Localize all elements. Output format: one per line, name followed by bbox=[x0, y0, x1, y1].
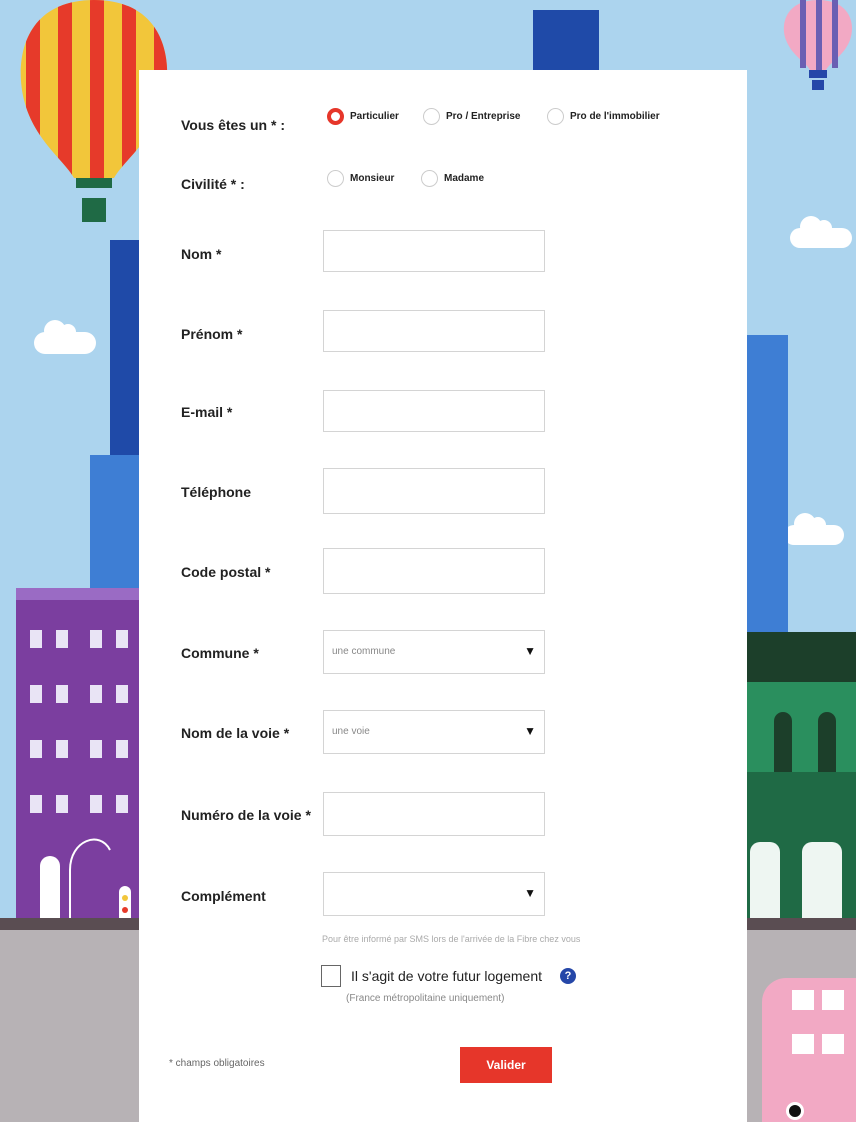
building-door bbox=[40, 856, 60, 918]
futur-logement-checkbox[interactable] bbox=[321, 965, 341, 987]
building-window bbox=[56, 740, 68, 758]
prenom-input[interactable] bbox=[323, 310, 545, 352]
telephone-label: Téléphone bbox=[181, 484, 252, 500]
caret-down-icon: ▼ bbox=[524, 644, 536, 658]
futur-logement-label: Il s'agit de votre futur logement bbox=[351, 968, 542, 984]
required-fields-note: * champs obligatoires bbox=[169, 1058, 265, 1069]
building-window bbox=[30, 685, 42, 703]
building-window bbox=[56, 795, 68, 813]
contact-form-card: Vous êtes un * : Particulier Pro / Entre… bbox=[139, 70, 747, 1122]
nom-input[interactable] bbox=[323, 230, 545, 272]
building-window bbox=[30, 740, 42, 758]
valider-button[interactable]: Valider bbox=[460, 1047, 552, 1083]
building-window bbox=[90, 685, 102, 703]
user-type-label: Vous êtes un * : bbox=[181, 117, 285, 133]
code-postal-input[interactable] bbox=[323, 548, 545, 594]
code-postal-label: Code postal * bbox=[181, 564, 271, 580]
building-window bbox=[90, 740, 102, 758]
radio-dot-selected[interactable] bbox=[327, 108, 344, 125]
building-window bbox=[116, 795, 128, 813]
building-window bbox=[90, 795, 102, 813]
question-circle-icon[interactable]: ? bbox=[560, 968, 576, 984]
building-window bbox=[116, 740, 128, 758]
building-window bbox=[116, 685, 128, 703]
building-window bbox=[30, 795, 42, 813]
telephone-input[interactable] bbox=[323, 468, 545, 514]
building-window bbox=[116, 630, 128, 648]
numero-voie-label: Numéro de la voie * bbox=[181, 807, 311, 823]
hot-air-balloon-icon bbox=[783, 0, 853, 90]
voie-label: Nom de la voie * bbox=[181, 725, 290, 741]
email-input[interactable] bbox=[323, 390, 545, 432]
email-label: E-mail * bbox=[181, 404, 233, 420]
commune-select-value: une commune bbox=[332, 646, 396, 657]
complement-select[interactable]: ▼ bbox=[323, 872, 545, 916]
complement-label: Complément bbox=[181, 888, 266, 904]
blue-tower bbox=[746, 335, 788, 635]
building-window bbox=[56, 685, 68, 703]
radio-dot[interactable] bbox=[327, 170, 344, 187]
radio-monsieur[interactable]: Monsieur bbox=[327, 170, 394, 187]
radio-pro-immobilier[interactable]: Pro de l'immobilier bbox=[547, 108, 660, 125]
civility-label: Civilité * : bbox=[181, 176, 245, 192]
cloud bbox=[790, 216, 852, 248]
voie-select-value: une voie bbox=[332, 726, 370, 737]
pink-bus bbox=[762, 978, 856, 1122]
blue-tower bbox=[533, 10, 599, 72]
radio-madame[interactable]: Madame bbox=[421, 170, 484, 187]
building-window bbox=[56, 630, 68, 648]
green-building bbox=[746, 632, 856, 922]
building-window bbox=[30, 630, 42, 648]
radio-dot[interactable] bbox=[547, 108, 564, 125]
cloud bbox=[34, 320, 96, 354]
cloud bbox=[784, 513, 844, 545]
building-window bbox=[90, 630, 102, 648]
radio-particulier[interactable]: Particulier bbox=[327, 108, 399, 125]
radio-dot[interactable] bbox=[423, 108, 440, 125]
prenom-label: Prénom * bbox=[181, 326, 243, 342]
caret-down-icon: ▼ bbox=[524, 886, 536, 900]
blue-tower bbox=[90, 455, 140, 595]
voie-select[interactable]: une voie ▼ bbox=[323, 710, 545, 754]
commune-select[interactable]: une commune ▼ bbox=[323, 630, 545, 674]
caret-down-icon: ▼ bbox=[524, 724, 536, 738]
commune-label: Commune * bbox=[181, 645, 259, 661]
radio-dot[interactable] bbox=[421, 170, 438, 187]
nom-label: Nom * bbox=[181, 246, 222, 262]
futur-logement-sublabel: (France métropolitaine uniquement) bbox=[346, 993, 505, 1004]
sms-hint: Pour être informé par SMS lors de l'arri… bbox=[322, 934, 581, 944]
radio-pro-entreprise[interactable]: Pro / Entreprise bbox=[423, 108, 520, 125]
numero-voie-input[interactable] bbox=[323, 792, 545, 836]
